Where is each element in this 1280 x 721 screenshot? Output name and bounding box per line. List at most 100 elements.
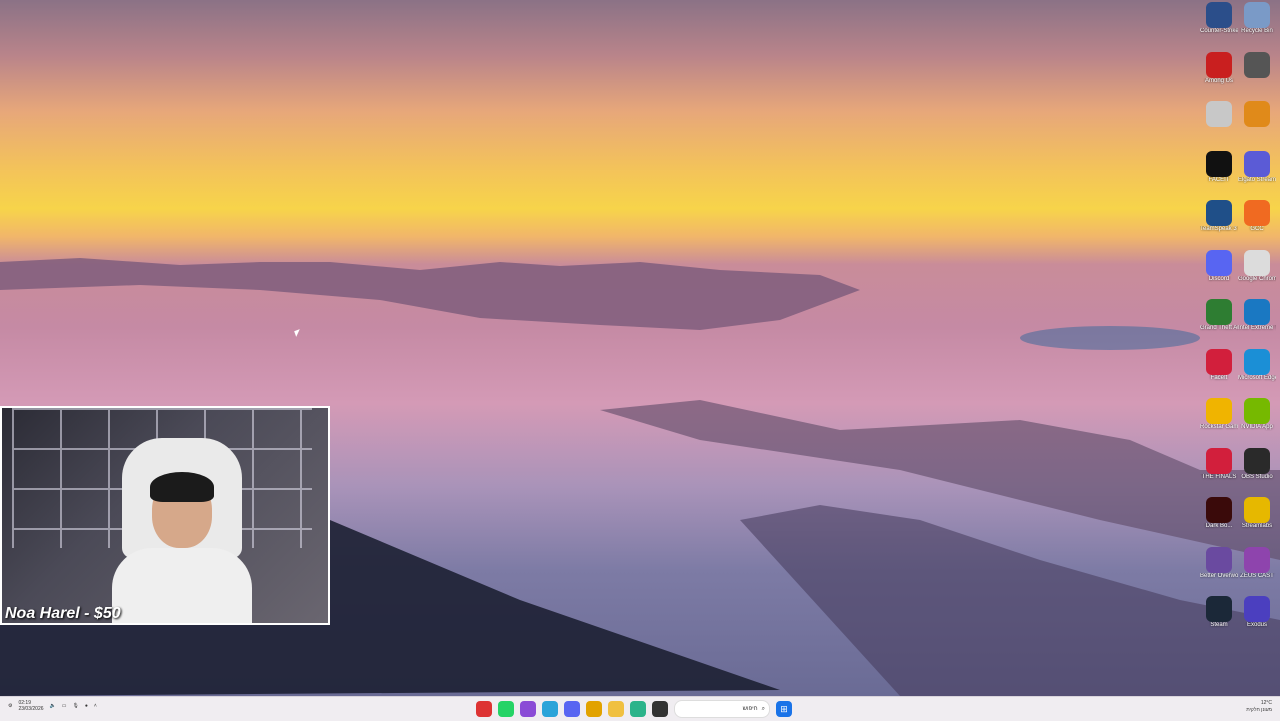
desktop-icon-label: Grand Theft Auto V [1200,325,1238,331]
desktop-icon-label: NVIDIA App [1241,424,1273,430]
desktop-icon-label: Steam [1210,622,1228,628]
volume-icon[interactable]: 🔈 [50,703,56,709]
obs-icon [1244,447,1270,474]
desktop-icon[interactable]: Streamlabs [1238,497,1276,543]
desktop-icon[interactable]: Better Overwolf [1200,546,1238,593]
messenger-icon[interactable] [520,701,536,717]
desktop-icon-label: Discord [1208,275,1230,282]
streamlabs-icon [1244,497,1270,523]
desktop-icon-label: Google Chrome [1238,275,1276,282]
desktop-icon[interactable]: Elgato Stream Deck [1238,150,1276,197]
settings-icon[interactable]: ⚙ [8,703,12,709]
desktop-icon[interactable]: NVIDIA App [1238,398,1276,444]
clock-date: 23/03/2026 [18,706,44,712]
red-app-icon[interactable] [476,701,492,717]
desktop-icon[interactable] [1200,101,1238,147]
stream-deck-icon [1244,150,1270,177]
desktop-icon-label: GCC [1250,226,1264,232]
gcc-icon [1244,200,1270,226]
search-placeholder: חיפוש [742,706,758,712]
windows-start-icon[interactable]: ⊞ [776,701,792,717]
chrome-icon[interactable] [586,701,602,717]
rockstar-icon [1206,398,1232,424]
desktop-icon[interactable]: Microsoft Edge [1238,348,1276,395]
paint-icon[interactable] [630,701,646,717]
desktop-icon-label: FACEIT [1208,176,1230,183]
desktop-icon[interactable]: GCC [1238,200,1276,246]
desktop-icon[interactable]: FaceIt [1200,348,1238,395]
desktop-icon[interactable]: Rockstar Games [1200,398,1238,444]
desktop-icon-label: OBS Studio [1241,473,1273,480]
desktop-icon[interactable]: Exodus [1238,596,1276,642]
desktop-icon-label: Elgato Stream Deck [1238,176,1276,183]
teamspeak-icon [1206,200,1232,226]
cs2-icon [1206,2,1232,28]
taskbar: ⚙ 02:19 23/03/2026 🔈 ▭ 🎙 ● ˄ חיפוש ⌕ ⊞ 12°… [0,696,1280,721]
taskbar-search[interactable]: חיפוש ⌕ [674,700,770,718]
among-us-icon [1206,51,1232,78]
desktop-icon[interactable]: Counter-Strike 2 [1200,2,1238,48]
weather-temp: 12°C [1260,700,1272,706]
faceit-icon [1206,150,1232,177]
bluetooth-icon[interactable]: ● [85,703,88,709]
app-icon [1206,101,1232,127]
intel-icon [1244,299,1270,325]
desktop-icon[interactable]: Steam [1200,596,1238,642]
desktop-icon[interactable]: Intel Extreme Tu... [1238,299,1276,345]
desktop-icon[interactable] [1238,101,1276,147]
desktop-icon-label: Microsoft Edge [1238,374,1276,381]
taskbar-apps: חיפוש ⌕ ⊞ [476,700,792,718]
clock[interactable]: 02:19 23/03/2026 [18,700,43,712]
desktop-icon[interactable]: Google Chrome [1238,249,1276,296]
the-finals-icon [1206,447,1232,474]
gta-icon [1206,299,1232,325]
desktop-icon-label: Better Overwolf [1200,572,1238,579]
desktop-icon-grid: Counter-Strike 2Recycle Bin Among Us FACEI… [1196,0,1280,696]
desktop-icon[interactable]: OBS Studio [1238,447,1276,494]
dark-app-icon [1206,497,1232,523]
desktop-icon-label: ZEUS CAST [1240,572,1274,579]
clock-icon [1244,51,1270,78]
desktop-icon-label: Counter-Strike 2 [1200,28,1238,34]
desktop-icon[interactable]: Grand Theft Auto V [1200,299,1238,345]
faceit-a-icon [1206,348,1232,375]
terminal-icon[interactable] [652,701,668,717]
desktop-icon[interactable]: Dark Bo... [1200,497,1238,543]
taskbar-tray-left: ⚙ 02:19 23/03/2026 🔈 ▭ 🎙 ● ˄ [8,700,97,712]
desktop-icon[interactable]: Discord [1200,249,1238,296]
weather-widget[interactable]: 12°C מעונן חלקית [1246,700,1272,714]
nvidia-icon [1244,398,1270,424]
whatsapp-icon[interactable] [498,701,514,717]
desktop-icon[interactable]: Among Us [1200,51,1238,98]
donation-alert: Noa Harel - $50 [5,605,121,622]
desktop-icon-label: FaceIt [1210,374,1228,381]
desktop-icon[interactable]: FACEIT [1200,150,1238,197]
webcam-overlay [0,406,330,625]
desktop-icon-label: Dark Bo... [1205,523,1233,529]
chevron-up-icon[interactable]: ˄ [94,703,97,709]
desktop-icon[interactable]: ZEUS CAST [1238,546,1276,593]
desktop-icon[interactable]: THE FINALS [1200,447,1238,494]
desktop-icon-label: Intel Extreme Tu... [1238,325,1276,331]
discord-icon [1206,249,1232,276]
desktop-icon[interactable]: TeamSpeak 3 Client [1200,200,1238,246]
desktop-icon-label: Recycle Bin [1241,28,1273,34]
telegram-icon[interactable] [542,701,558,717]
exodus-icon [1244,596,1270,622]
edge-icon [1244,348,1270,375]
desktop-icon[interactable] [1238,51,1276,98]
overwolf-icon [1206,546,1232,573]
discord-icon[interactable] [564,701,580,717]
desktop-icon-label: THE FINALS [1201,473,1237,480]
headphones-icon [1244,101,1270,127]
network-icon[interactable]: ▭ [62,703,67,709]
streamer [112,438,252,623]
weather-condition: מעונן חלקית [1246,707,1272,713]
desktop-icon-label: Among Us [1204,77,1233,84]
steam-icon [1206,596,1232,622]
desktop-icon-label: Exodus [1246,622,1267,628]
mic-icon[interactable]: 🎙 [72,703,78,709]
desktop-icon-label: TeamSpeak 3 Client [1200,226,1238,232]
desktop-icon[interactable]: Recycle Bin [1238,2,1276,48]
file-explorer-icon[interactable] [608,701,624,717]
